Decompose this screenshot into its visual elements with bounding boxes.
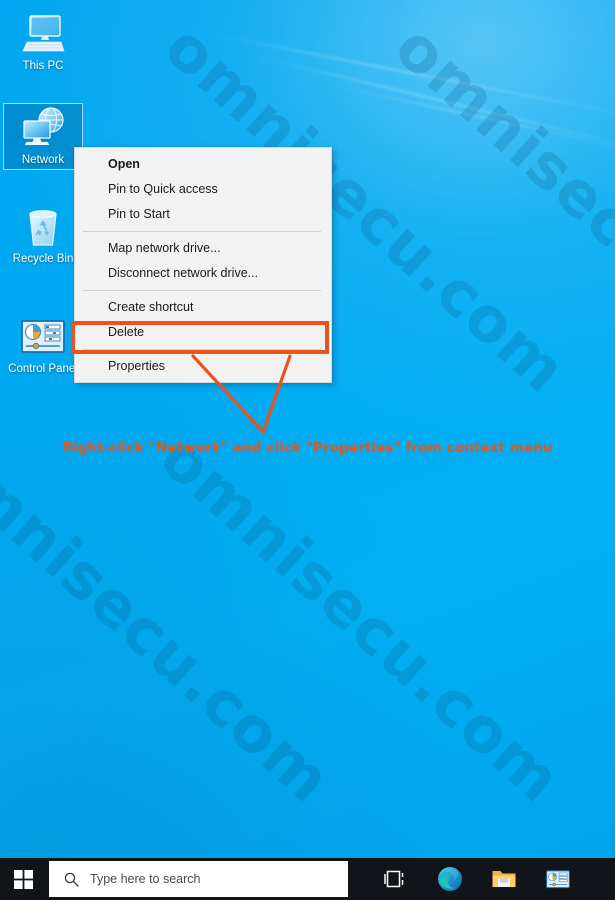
control-panel-icon [4, 313, 82, 361]
context-menu-item-create-shortcut[interactable]: Create shortcut [75, 295, 331, 320]
desktop-icon-this-pc[interactable]: This PC [4, 10, 82, 73]
context-menu-item-map-network-drive[interactable]: Map network drive... [75, 236, 331, 261]
microsoft-edge-icon[interactable] [436, 865, 464, 893]
desktop-icon-label: Control Panel [8, 363, 78, 375]
file-explorer-icon[interactable] [490, 865, 518, 893]
recycle-bin-icon [4, 203, 82, 251]
context-menu-separator [83, 349, 321, 350]
network-context-menu: Open Pin to Quick access Pin to Start Ma… [74, 147, 332, 383]
desktop-icon-control-panel[interactable]: Control Panel [4, 313, 82, 376]
network-globe-icon [4, 104, 82, 152]
context-menu-item-pin-to-quick-access[interactable]: Pin to Quick access [75, 177, 331, 202]
task-view-icon[interactable] [382, 865, 410, 893]
context-menu-item-disconnect-network-drive[interactable]: Disconnect network drive... [75, 261, 331, 286]
search-placeholder: Type here to search [90, 872, 201, 886]
computer-monitor-icon [4, 10, 82, 58]
context-menu-item-open[interactable]: Open [75, 152, 331, 177]
context-menu-item-properties[interactable]: Properties [75, 354, 331, 379]
taskbar-icon-group [382, 858, 572, 900]
search-icon [64, 872, 79, 887]
desktop-screen: omnisecu.com omnisecu.com omnisecu.com o… [0, 0, 615, 900]
control-panel-icon[interactable] [544, 865, 572, 893]
desktop-icon-label: Network [21, 154, 65, 166]
search-input[interactable]: Type here to search [49, 861, 348, 897]
context-menu-separator [83, 290, 321, 291]
desktop-icon-label: Recycle Bin [12, 253, 74, 265]
context-menu-item-delete[interactable]: Delete [75, 320, 331, 345]
annotation-text: Right-click "Network" and click "Propert… [62, 440, 553, 456]
desktop-icon-network[interactable]: Network [3, 103, 83, 170]
desktop-icon-recycle-bin[interactable]: Recycle Bin [4, 203, 82, 266]
windows-logo-icon [14, 869, 33, 889]
context-menu-separator [83, 231, 321, 232]
taskbar: Type here to search [0, 858, 615, 900]
context-menu-item-pin-to-start[interactable]: Pin to Start [75, 202, 331, 227]
start-button[interactable] [0, 858, 47, 900]
desktop-icon-label: This PC [22, 60, 64, 72]
